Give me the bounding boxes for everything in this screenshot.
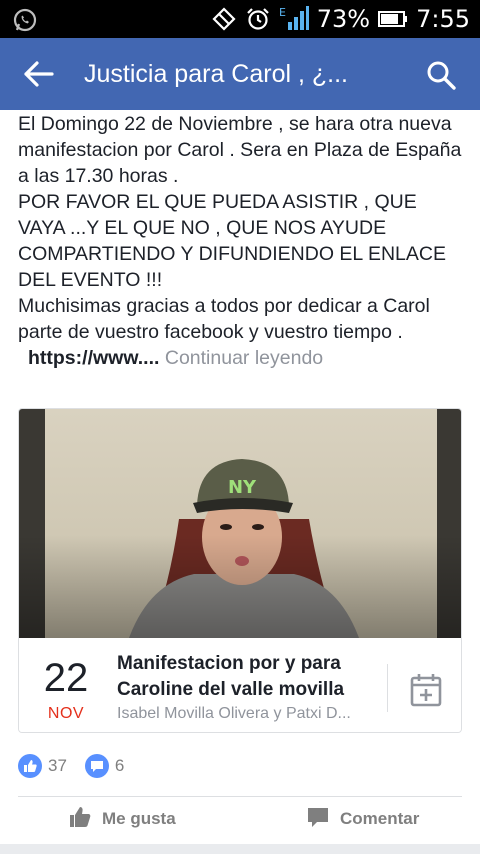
action-bar: Me gusta Comentar xyxy=(0,797,480,841)
like-reaction-icon xyxy=(18,754,42,778)
alarm-icon xyxy=(245,6,271,32)
page-title: Justicia para Carol , ¿... xyxy=(84,60,348,88)
event-card[interactable]: NY 22 NOV Manifestacion por y para Carol… xyxy=(18,408,462,733)
divider xyxy=(387,664,388,712)
like-count: 37 xyxy=(48,756,67,775)
back-arrow-icon[interactable] xyxy=(22,58,58,90)
post-more-line: https://www.... Continuar leyendo xyxy=(18,345,468,371)
event-info[interactable]: 22 NOV Manifestacion por y para Caroline… xyxy=(19,638,461,732)
post-paragraph: El Domingo 22 de Noviembre , se hara otr… xyxy=(18,113,462,187)
signal-icon: E xyxy=(279,5,309,33)
battery-icon xyxy=(378,9,408,29)
continue-reading-link[interactable]: Continuar leyendo xyxy=(165,347,323,369)
post-paragraph: Muchisimas gracias a todos por dedicar a… xyxy=(18,295,430,343)
whatsapp-icon xyxy=(12,7,38,33)
post-body: El Domingo 22 de Noviembre , se hara otr… xyxy=(18,111,468,371)
comment-count: 6 xyxy=(114,756,125,775)
post-link[interactable]: https://www.... xyxy=(28,347,159,369)
post-paragraph: POR FAVOR EL QUE PUEDA ASISTIR , QUE VAY… xyxy=(18,191,447,291)
clock-time: 7:55 xyxy=(416,5,470,33)
battery-percent: 73% xyxy=(316,5,371,33)
event-photo[interactable]: NY xyxy=(19,409,462,638)
data-saver-icon xyxy=(211,6,237,32)
event-hosts: Isabel Movilla Olivera y Patxi D... xyxy=(117,705,351,722)
thumbs-up-icon xyxy=(68,805,92,834)
event-title[interactable]: Manifestacion por y para Caroline del va… xyxy=(117,651,382,703)
network-type-label: E xyxy=(279,6,286,19)
comment-button[interactable]: Comentar xyxy=(306,797,419,841)
divider xyxy=(0,844,480,854)
status-bar: E 73% 7:55 xyxy=(0,0,480,38)
comment-count-icon xyxy=(84,754,109,778)
like-label: Me gusta xyxy=(102,809,176,828)
comment-icon xyxy=(306,805,330,834)
reaction-summary[interactable]: 37 6 xyxy=(18,752,124,780)
search-icon[interactable] xyxy=(424,58,458,92)
like-button[interactable]: Me gusta xyxy=(68,797,176,841)
event-date-day: 22 xyxy=(43,656,89,700)
event-date-month: NOV xyxy=(47,705,85,722)
app-bar: Justicia para Carol , ¿... xyxy=(0,38,480,110)
comment-label: Comentar xyxy=(340,809,420,828)
calendar-add-icon[interactable] xyxy=(409,672,443,708)
